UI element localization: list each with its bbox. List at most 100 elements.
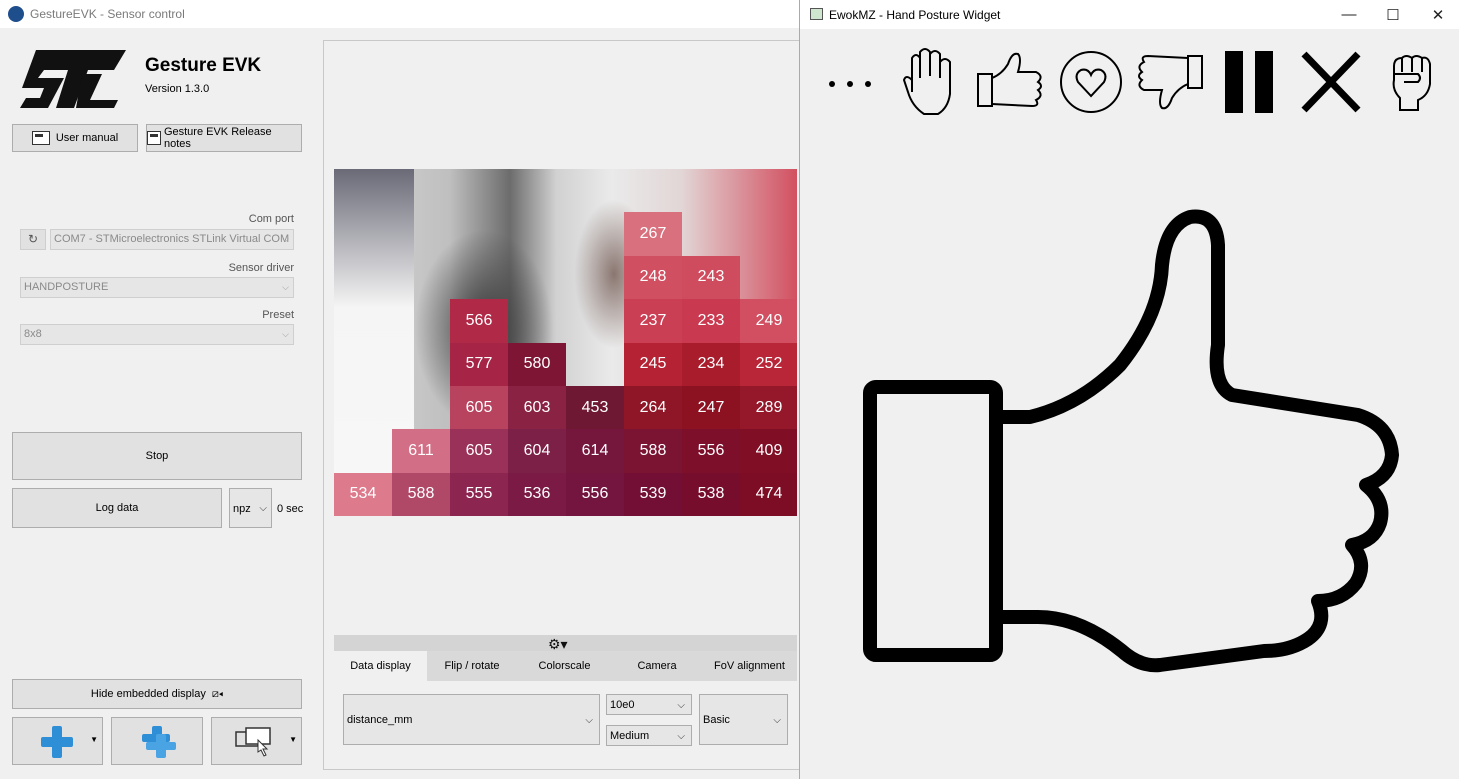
refresh-icon[interactable]: ↻ bbox=[20, 229, 46, 250]
sensor-driver-label: Sensor driver bbox=[228, 262, 294, 274]
preset-select[interactable]: 8x8 ⌵ bbox=[20, 324, 294, 345]
hand-posture-window: EwokMZ - Hand Posture Widget — ☐ ✕ bbox=[799, 0, 1459, 779]
heatmap-cell: 566 bbox=[450, 299, 508, 343]
heatmap-cell: 245 bbox=[624, 342, 682, 386]
heatmap-cell: 603 bbox=[508, 385, 566, 430]
com-port-select[interactable]: COM7 - STMicroelectronics STLink Virtual… bbox=[50, 229, 294, 250]
chevron-down-icon: ⌵ bbox=[585, 715, 593, 726]
heatmap-cell: 580 bbox=[508, 342, 566, 386]
level-select[interactable]: Medium ⌵ bbox=[606, 725, 692, 746]
thumbs-up-icon bbox=[863, 209, 1399, 673]
dropdown-arrow-icon: ▼ bbox=[90, 735, 98, 744]
dots-icon bbox=[829, 81, 871, 87]
heatmap-cell: 605 bbox=[450, 385, 508, 430]
tab-data-display[interactable]: Data display bbox=[334, 651, 427, 681]
heatmap-cell: 556 bbox=[682, 429, 740, 473]
tab-camera[interactable]: Camera bbox=[612, 651, 702, 681]
preset-value: 8x8 bbox=[24, 328, 42, 340]
multi-plus-icon bbox=[142, 726, 176, 758]
heatmap-cell: 234 bbox=[682, 342, 740, 386]
fist-icon bbox=[1392, 55, 1431, 111]
window-icon bbox=[810, 8, 823, 20]
heatmap-cell: 534 bbox=[334, 472, 392, 516]
log-data-button[interactable]: Log data bbox=[12, 488, 222, 528]
log-format-value: npz bbox=[233, 503, 251, 515]
maximize-icon[interactable]: ☐ bbox=[1370, 0, 1416, 29]
heatmap-cell: 588 bbox=[392, 472, 450, 516]
heatmap-cell: 233 bbox=[682, 299, 740, 343]
scale-select[interactable]: 10e0 ⌵ bbox=[606, 694, 692, 715]
data-field-select[interactable]: distance_mm ⌵ bbox=[343, 694, 600, 745]
heatmap-cell: 453 bbox=[566, 385, 624, 430]
hide-display-label: Hide embedded display bbox=[90, 688, 206, 700]
close-icon[interactable]: ✕ bbox=[1415, 0, 1459, 29]
heatmap-cell: 252 bbox=[740, 342, 797, 386]
heatmap-cell: 249 bbox=[740, 299, 797, 343]
heatmap-cell: 588 bbox=[624, 429, 682, 473]
pause-icon bbox=[1225, 51, 1273, 113]
mode-select[interactable]: Basic ⌵ bbox=[699, 694, 788, 745]
chevron-down-icon: ⌵ bbox=[282, 282, 289, 292]
heatmap-cell: 605 bbox=[450, 429, 508, 473]
hide-display-button[interactable]: Hide embedded display ⧄◂ bbox=[12, 679, 302, 709]
release-notes-button[interactable]: Gesture EVK Release notes bbox=[146, 124, 302, 152]
heatmap-cell: 267 bbox=[624, 212, 682, 256]
heatmap-cell: 614 bbox=[566, 429, 624, 473]
scale-value: 10e0 bbox=[610, 699, 635, 711]
log-data-label: Log data bbox=[95, 502, 139, 514]
com-port-label: Com port bbox=[248, 213, 294, 225]
user-manual-button[interactable]: User manual bbox=[12, 124, 138, 152]
heatmap-cell: 248 bbox=[624, 255, 682, 300]
heatmap-cell: 247 bbox=[682, 385, 740, 430]
open-palm-icon bbox=[902, 48, 951, 115]
heatmap-cell: 577 bbox=[450, 342, 508, 386]
heatmap-cell: 536 bbox=[508, 472, 566, 516]
plus-icon bbox=[41, 726, 73, 758]
tab-bar: Data display Flip / rotate Colorscale Ca… bbox=[334, 651, 797, 681]
add-multi-button[interactable] bbox=[111, 717, 203, 765]
main-title-bar: GestureEVK - Sensor control bbox=[0, 0, 800, 28]
log-format-select[interactable]: npz ⌵ bbox=[229, 488, 272, 528]
user-manual-label: User manual bbox=[55, 132, 119, 144]
log-duration: 0 sec bbox=[277, 503, 304, 515]
tab-colorscale[interactable]: Colorscale bbox=[517, 651, 612, 681]
chevron-down-icon: ⌵ bbox=[677, 700, 685, 711]
sensor-driver-select[interactable]: HANDPOSTURE ⌵ bbox=[20, 277, 294, 298]
widget-title: EwokMZ - Hand Posture Widget bbox=[829, 8, 1001, 22]
sensor-driver-value: HANDPOSTURE bbox=[24, 281, 109, 293]
thumbs-up-small-icon bbox=[977, 52, 1042, 108]
sensor-heatmap: 267 248 243 566 237 233 249 577 580 245 234 252 605 6… bbox=[334, 169, 797, 516]
heatmap-cell: 289 bbox=[740, 385, 797, 430]
heatmap-cell: 611 bbox=[392, 429, 450, 473]
manual-icon bbox=[31, 131, 50, 145]
minimize-icon[interactable]: — bbox=[1326, 0, 1372, 29]
preset-label: Preset bbox=[262, 309, 294, 321]
heatmap-cell: 555 bbox=[450, 472, 508, 516]
mode-value: Basic bbox=[703, 714, 730, 726]
window-title: GestureEVK - Sensor control bbox=[30, 7, 185, 21]
heatmap-cell: 539 bbox=[624, 472, 682, 516]
thumbs-down-icon bbox=[1138, 54, 1203, 110]
heatmap-cell: 538 bbox=[682, 472, 740, 516]
window-pointer-icon bbox=[235, 727, 271, 757]
stop-button[interactable]: Stop bbox=[12, 432, 302, 480]
com-port-value: COM7 - STMicroelectronics STLink Virtual… bbox=[54, 233, 290, 245]
release-notes-label: Gesture EVK Release notes bbox=[163, 126, 272, 150]
level-value: Medium bbox=[610, 730, 650, 742]
tab-fov-alignment[interactable]: FoV alignment bbox=[702, 651, 797, 681]
tab-flip-rotate[interactable]: Flip / rotate bbox=[427, 651, 517, 681]
heatmap-cell: 264 bbox=[624, 385, 682, 430]
heatmap-cell: 474 bbox=[740, 472, 797, 516]
window-select-button[interactable]: ▼ bbox=[211, 717, 302, 765]
add-button[interactable]: ▼ bbox=[12, 717, 103, 765]
app-name: Gesture EVK bbox=[145, 55, 262, 76]
chevron-down-icon: ⌵ bbox=[773, 715, 781, 726]
widget-title-bar: EwokMZ - Hand Posture Widget — ☐ ✕ bbox=[800, 0, 1459, 29]
dropdown-arrow-icon: ▼ bbox=[289, 735, 297, 744]
heart-icon bbox=[1060, 51, 1122, 113]
st-logo bbox=[20, 50, 126, 108]
chevron-down-icon: ⌵ bbox=[259, 503, 267, 514]
chevron-down-icon: ⌵ bbox=[282, 234, 289, 244]
heatmap-cell: 243 bbox=[682, 255, 740, 300]
heatmap-cell: 604 bbox=[508, 429, 566, 473]
